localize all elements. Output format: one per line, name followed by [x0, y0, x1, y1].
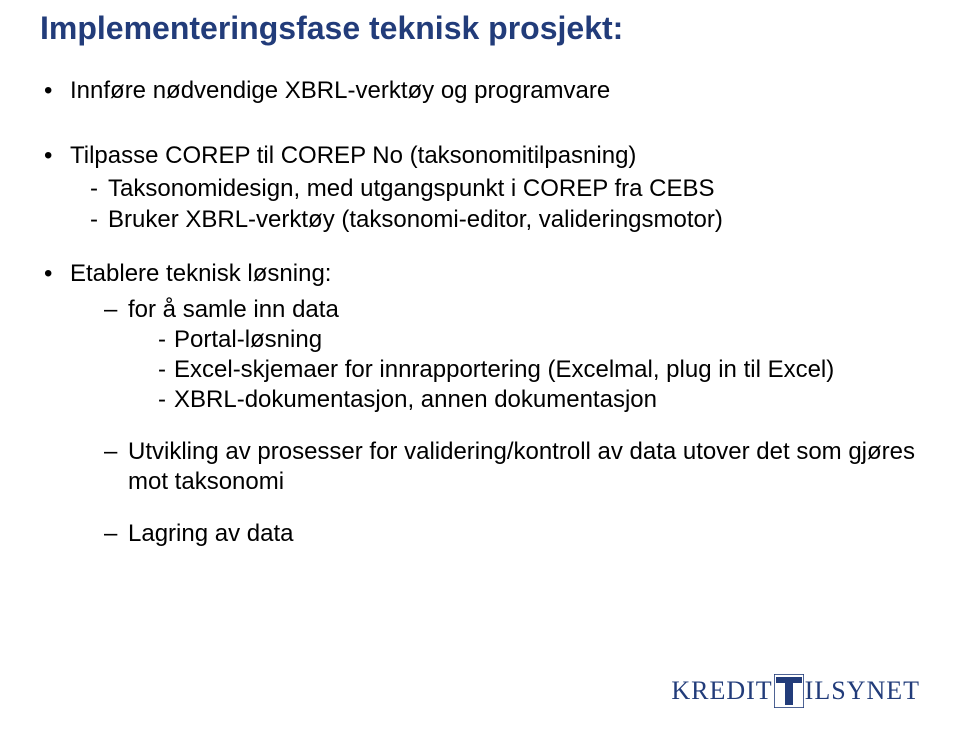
bullet-2-sub-1: Taksonomidesign, med utgangspunkt i CORE…	[70, 173, 920, 204]
bullet-3-level2-item-1: for å samle inn data Portal-løsning Exce…	[98, 295, 920, 415]
level2-text: for å samle inn data	[128, 296, 339, 323]
bullet-text: Innføre nødvendige XBRL-verktøy og progr…	[70, 77, 610, 104]
bullet-item-2: Tilpasse COREP til COREP No (taksonomiti…	[40, 140, 920, 236]
bullet-text: Etablere teknisk løsning:	[70, 260, 331, 287]
logo-text-left: KREDIT	[671, 676, 772, 706]
logo-t-icon	[774, 674, 804, 708]
bullet-3-level2-item-2: Utvikling av prosesser for validering/ko…	[98, 437, 920, 497]
bullet-3-level2: for å samle inn data Portal-løsning Exce…	[98, 295, 920, 549]
kredittilsynet-logo: KREDIT ILSYNET	[671, 674, 920, 708]
bullet-3-level2-item-1-sublist: Portal-løsning Excel-skjemaer for innrap…	[128, 325, 920, 415]
bullet-item-1: Innføre nødvendige XBRL-verktøy og progr…	[40, 75, 920, 106]
sub-text: Bruker XBRL-verktøy (taksonomi-editor, v…	[108, 206, 723, 233]
excel-skjemaer: Excel-skjemaer for innrapportering (Exce…	[128, 355, 920, 385]
sub-text: Portal-løsning	[174, 326, 322, 353]
bullet-2-sub-2: Bruker XBRL-verktøy (taksonomi-editor, v…	[70, 204, 920, 235]
slide: Implementeringsfase teknisk prosjekt: In…	[0, 0, 960, 736]
level2-text: Lagring av data	[128, 520, 293, 547]
bullet-2-sublist: Taksonomidesign, med utgangspunkt i CORE…	[70, 173, 920, 235]
bullet-text: Tilpasse COREP til COREP No (taksonomiti…	[70, 142, 636, 169]
level2-text: Utvikling av prosesser for validering/ko…	[128, 438, 915, 495]
bullet-3-level2-item-3: Lagring av data	[98, 519, 920, 549]
sub-text: Excel-skjemaer for innrapportering (Exce…	[174, 356, 834, 383]
bullet-item-3: Etablere teknisk løsning: for å samle in…	[40, 258, 920, 549]
bullet-list: Innføre nødvendige XBRL-verktøy og progr…	[40, 75, 920, 549]
sub-text: XBRL-dokumentasjon, annen dokumentasjon	[174, 386, 657, 413]
page-title: Implementeringsfase teknisk prosjekt:	[40, 10, 920, 47]
logo-text-right: ILSYNET	[805, 676, 920, 706]
portal-losning: Portal-løsning	[128, 325, 920, 355]
sub-text: Taksonomidesign, med utgangspunkt i CORE…	[108, 175, 715, 202]
xbrl-dokumentasjon: XBRL-dokumentasjon, annen dokumentasjon	[128, 385, 920, 415]
